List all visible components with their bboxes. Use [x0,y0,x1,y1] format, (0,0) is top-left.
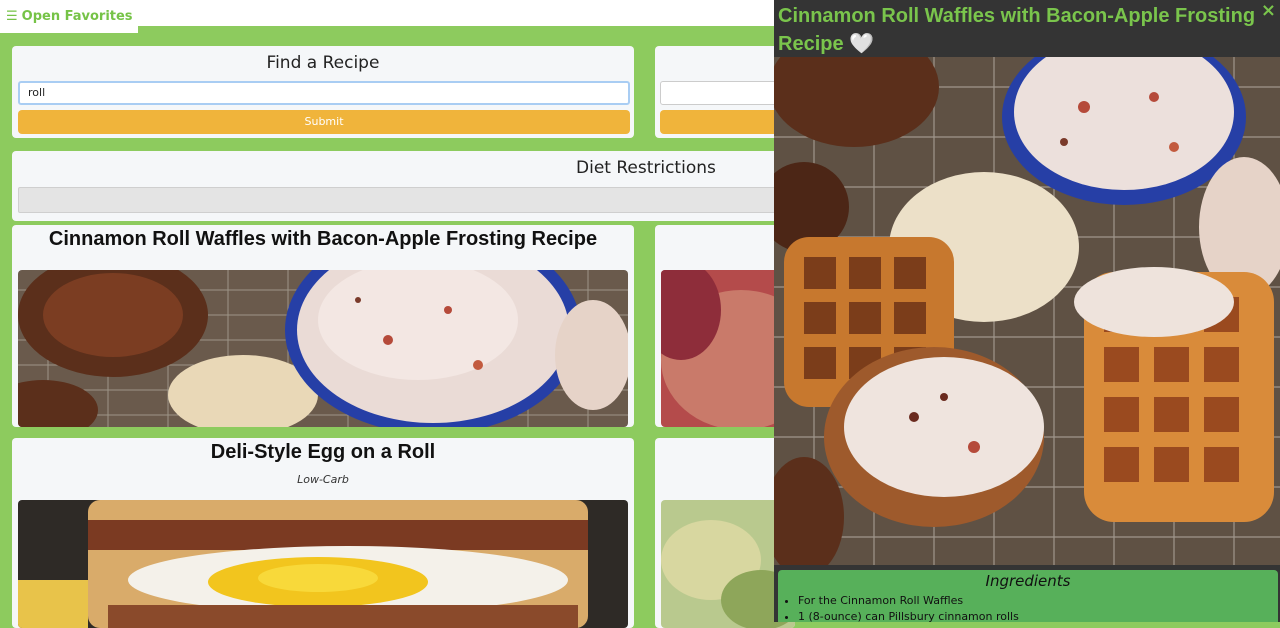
diet-card: Diet Restrictions [12,151,798,221]
ingredients-title: Ingredients [985,572,1071,590]
submit-button-2[interactable] [660,110,790,134]
recipe-title: Cinnamon Roll Waffles with Bacon-Apple F… [48,228,598,250]
search-card: Find a Recipe roll Submit [12,46,634,138]
search-input-2[interactable] [660,81,790,105]
open-favorites-button[interactable]: ☰ Open Favorites [0,0,138,33]
recipe-title: Deli-Style Egg on a Roll [210,441,436,463]
ingredients-section: Ingredients For the Cinnamon Roll Waffle… [778,570,1278,622]
recipe-detail-panel: Cinnamon Roll Waffles with Bacon-Apple F… [774,0,1280,622]
recipe-card[interactable]: Cinnamon Roll Waffles with Bacon-Apple F… [12,225,634,427]
panel-recipe-image [774,57,1280,565]
search-title: Find a Recipe [266,53,380,73]
recipe-image[interactable] [18,500,628,628]
favorite-heart-icon[interactable]: 🤍 [849,33,874,55]
diet-title: Diet Restrictions [576,158,716,178]
recipe-card[interactable]: Deli-Style Egg on a Roll Low-Carb [12,438,634,628]
submit-button[interactable]: Submit [18,110,630,134]
open-favorites-label: Open Favorites [21,9,133,24]
menu-icon: ☰ [6,9,18,24]
diet-select[interactable] [18,187,798,213]
ingredient-item: 1 (8-ounce) can Pillsbury cinnamon rolls [798,610,1278,622]
ingredient-item: For the Cinnamon Roll Waffles [798,594,1278,607]
panel-title: Cinnamon Roll Waffles with Bacon-Apple F… [778,2,1258,58]
close-icon[interactable]: × [1261,0,1276,21]
recipe-image[interactable] [18,270,628,427]
diet-label: Low-Carb [297,473,349,486]
search-input[interactable]: roll [18,81,630,105]
ingredients-list: For the Cinnamon Roll Waffles 1 (8-ounce… [778,594,1278,622]
